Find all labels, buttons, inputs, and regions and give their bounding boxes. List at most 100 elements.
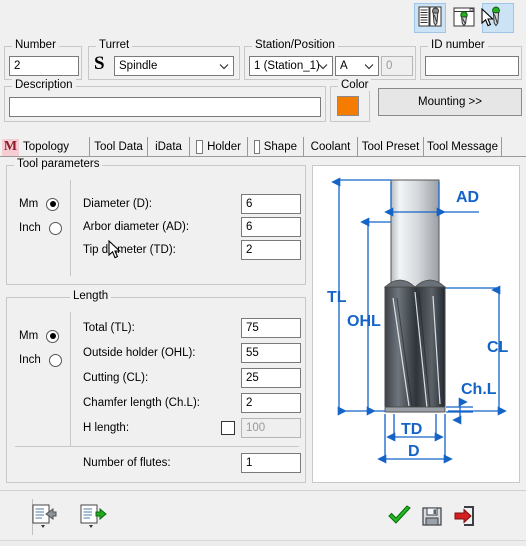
tab-coolant[interactable]: Coolant [304,137,358,157]
export-tool-button[interactable] [76,501,110,533]
station-select-value: 1 (Station_1) [254,60,320,72]
list-left-arrow-icon [31,503,59,532]
chevron-down-icon [364,57,374,75]
field-outside-holder-length: Outside holder (OHL): 55 [83,343,301,363]
tab-idata[interactable]: iData [148,137,190,157]
position-select[interactable]: A [335,56,379,76]
id-number-label: ID number [428,39,488,51]
number-input[interactable]: 2 [9,56,79,76]
save-button[interactable] [415,501,449,533]
box-icon [254,140,260,154]
tab-strip: M Topology Tool Data iData Holder Shape … [0,137,526,157]
mouse-cursor [481,7,495,31]
top-toolbar [0,0,526,38]
color-swatch-button[interactable] [337,96,359,116]
h-length-checkbox[interactable] [221,421,235,435]
import-tool-button[interactable] [28,501,62,533]
station-offset-input: 0 [381,56,413,76]
tab-label: Topology [23,141,70,153]
description-input[interactable] [9,97,321,117]
dim-label-td: TD [401,421,422,438]
dim-label-ad: AD [456,189,479,206]
diameter-input[interactable]: 6 [241,194,301,214]
unit-inch-radio[interactable] [48,221,62,235]
unit-inch-radio-row[interactable]: Inch [15,216,70,240]
field-label: Diameter (D): [83,198,153,210]
dim-label-tl: TL [327,289,347,306]
arbor-diameter-input[interactable]: 6 [241,217,301,237]
number-of-flutes-input[interactable]: 1 [241,453,301,473]
turret-label: Turret [96,39,133,51]
tip-diameter-input[interactable]: 2 [241,240,301,260]
status-line [0,540,526,546]
tool-parameters-group: Tool parameters Mm Inch Diameter (D): 6 … [6,158,306,285]
length-unit-inch-radio[interactable] [48,353,62,367]
dim-label-d: D [408,443,420,460]
tab-holder[interactable]: Holder [190,137,248,157]
tab-label: Tool Data [94,141,143,153]
h-length-input: 100 [241,418,301,438]
station-select[interactable]: 1 (Station_1) [249,56,333,76]
id-number-group: ID number [420,39,522,80]
window-drill-icon [452,6,476,31]
chevron-down-icon [219,57,229,75]
tab-tool-message[interactable]: Tool Message [424,137,502,157]
dim-label-chl: Ch.L [461,381,497,398]
field-total-length: Total (TL): 75 [83,318,301,338]
dim-label-ohl: OHL [347,313,381,330]
station-position-label: Station/Position [252,39,338,51]
tab-shape[interactable]: Shape [248,137,304,157]
end-mill-dimension-diagram: AD TL OHL CL Ch.L TD D [312,165,520,483]
field-label: Chamfer length (Ch.L): [83,397,200,409]
description-label: Description [12,79,76,91]
tab-label: Tool Preset [361,141,420,153]
field-h-length: H length: 100 [83,418,301,438]
color-group: Color [330,79,372,122]
mounting-button[interactable]: Mounting >> [378,88,522,116]
tab-label: Holder [207,141,241,153]
unit-mm-radio[interactable] [46,197,60,211]
id-number-input[interactable] [425,56,519,76]
tool-window-view-button[interactable] [448,3,480,33]
field-label: Tip diameter (TD): [83,244,176,256]
tool-parameters-legend: Tool parameters [14,158,103,170]
tab-tool-preset[interactable]: Tool Preset [358,137,424,157]
field-label: H length: [83,422,130,434]
tool-parameters-units: Mm Inch [15,180,71,276]
turret-select-value: Spindle [119,60,158,72]
length-unit-inch-radio-row[interactable]: Inch [15,348,70,372]
unit-inch-label: Inch [19,222,41,234]
length-legend: Length [70,290,112,302]
list-drill-icon [418,6,442,31]
number-label: Number [12,39,59,51]
chamfer-length-input[interactable]: 2 [241,393,301,413]
cutting-length-input[interactable]: 25 [241,368,301,388]
outside-holder-length-input[interactable]: 55 [241,343,301,363]
tool-list-view-button[interactable] [414,3,446,33]
total-length-input[interactable]: 75 [241,318,301,338]
chevron-down-icon [318,57,328,75]
length-unit-mm-radio[interactable] [46,329,60,343]
apply-button[interactable] [383,501,417,533]
length-unit-mm-radio-row[interactable]: Mm [15,324,70,348]
description-group: Description [4,79,326,122]
field-label: Arbor diameter (AD): [83,221,190,233]
spindle-s-icon: S [94,53,105,74]
field-number-of-flutes: Number of flutes: 1 [83,453,301,473]
field-chamfer-length: Chamfer length (Ch.L): 2 [83,393,301,413]
tab-topology[interactable]: M Topology [0,137,90,157]
field-label: Outside holder (OHL): [83,347,196,359]
length-unit-mm-label: Mm [19,330,39,342]
exit-button[interactable] [447,501,481,533]
unit-mm-radio-row[interactable]: Mm [15,192,70,216]
station-position-group: Station/Position 1 (Station_1) A 0 [244,39,416,80]
length-units: Mm Inch [15,312,71,447]
field-label: Total (TL): [83,322,135,334]
color-label: Color [338,79,372,91]
red-exit-arrow-icon [452,504,476,531]
tab-label: Shape [263,141,297,153]
tab-tool-data[interactable]: Tool Data [90,137,148,157]
turret-select[interactable]: Spindle [114,56,234,76]
box-icon [196,140,204,154]
list-right-arrow-icon [79,503,107,532]
